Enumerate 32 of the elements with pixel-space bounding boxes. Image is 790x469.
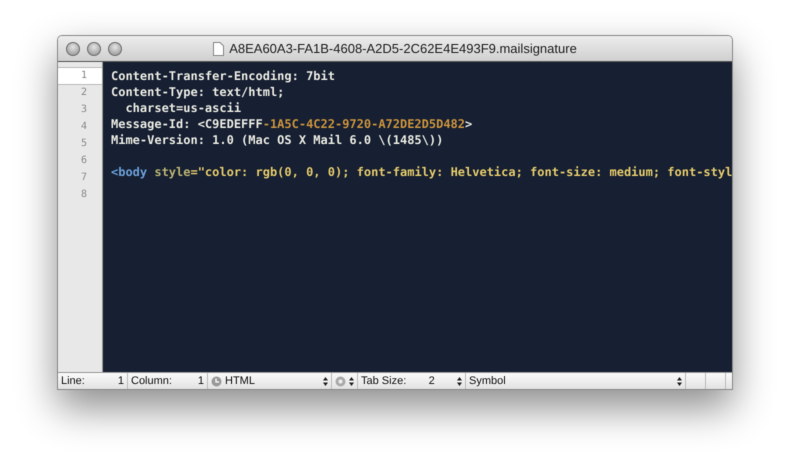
line-number: 4 bbox=[80, 120, 88, 134]
code-line: Message-Id: <C9EDEFFF-1A5C-4C22-9720-A72DE2D5D482> bbox=[111, 116, 474, 132]
window-title: A8EA60A3-FA1B-4608-A2D5-2C62E4E493F9.mailsignature bbox=[229, 41, 577, 56]
line-number: 8 bbox=[80, 188, 88, 202]
line-number: 1 bbox=[58, 67, 102, 85]
line-number: 7 bbox=[80, 171, 88, 185]
code-line: charset=us-ascii bbox=[124, 100, 242, 116]
line-number: 3 bbox=[80, 103, 88, 117]
column-label: Column: bbox=[131, 375, 172, 387]
line-number: 5 bbox=[80, 137, 88, 151]
stepper-arrows-icon bbox=[457, 376, 462, 386]
line-number: 6 bbox=[80, 154, 88, 168]
stepper-arrows-icon bbox=[677, 376, 682, 386]
clock-icon bbox=[211, 376, 222, 386]
code-line: Content-Transfer-Encoding: 7bit bbox=[111, 68, 336, 84]
close-button[interactable] bbox=[66, 42, 80, 56]
minimize-button[interactable] bbox=[87, 42, 101, 56]
zoom-button[interactable] bbox=[108, 42, 122, 56]
code-line: Mime-Version: 1.0 (Mac OS X Mail 6.0 \(1485\)) bbox=[111, 132, 444, 148]
tab-size-popup[interactable]: Tab Size: 2 bbox=[361, 373, 462, 389]
line-number: 2 bbox=[80, 86, 88, 100]
symbol-popup[interactable]: Symbol bbox=[469, 373, 682, 389]
stepper-arrows-icon bbox=[349, 376, 354, 386]
settings-icon bbox=[335, 376, 346, 386]
code-line: Content-Type: text/html; bbox=[111, 84, 286, 100]
line-label: Line: bbox=[61, 375, 85, 387]
document-icon bbox=[213, 42, 224, 56]
line-value: 1 bbox=[118, 375, 124, 387]
code-line: <body style="color: rgb(0, 0, 0); font-family: Helvetica; font-size: medium; font-styl bbox=[111, 164, 732, 180]
column-value: 1 bbox=[198, 375, 204, 387]
stepper-arrows-icon bbox=[323, 376, 328, 386]
syntax-popup[interactable]: HTML bbox=[211, 373, 328, 389]
